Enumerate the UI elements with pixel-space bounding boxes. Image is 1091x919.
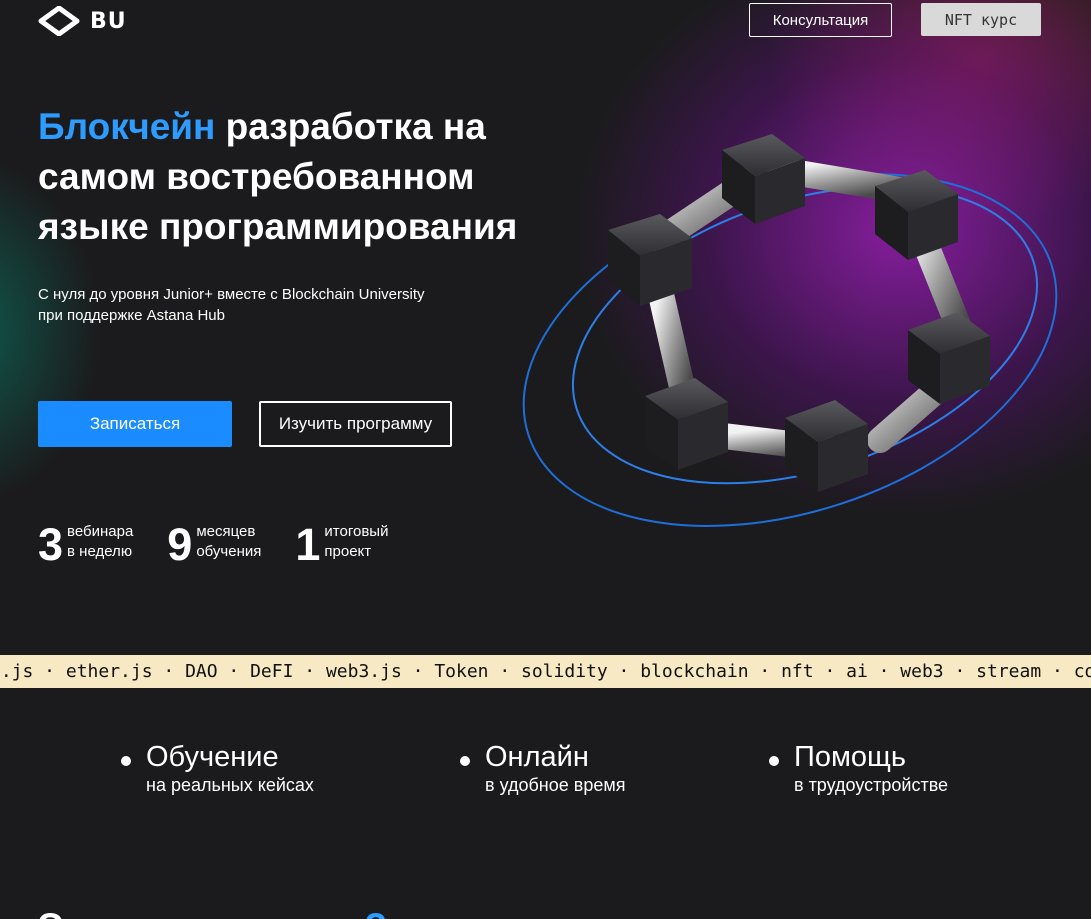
subline-line-2: при поддержке Astana Hub (38, 307, 225, 324)
stats-row: 3 вебинара в неделю 9 месяцев обучения 1… (38, 520, 422, 570)
next-section-title-text: Э (38, 906, 64, 919)
subline-line-1: С нуля до уровня Junior+ вместе с Blockc… (38, 286, 425, 303)
stat-number: 9 (167, 519, 193, 570)
bu-logo-icon (38, 6, 80, 36)
ticker-text: 3.js · ether.js · DAO · DeFI · web3.js ·… (0, 661, 1091, 682)
stat-label-line-1: итоговый (324, 523, 389, 540)
feature-learning: Обучение на реальных кейсах (121, 740, 314, 796)
headline-accent: Блокчейн (38, 106, 216, 147)
study-program-button[interactable]: Изучить программу (259, 401, 452, 447)
next-section-title-accent: ? (364, 906, 387, 919)
bullet-icon (460, 756, 470, 766)
headline-line-3: языке программирования (38, 206, 518, 247)
next-section-title: Э? (38, 906, 387, 919)
stat-label-line-2: в неделю (67, 543, 133, 560)
stat-label-line-1: месяцев (196, 523, 256, 540)
stat-label-line-2: проект (324, 543, 372, 560)
consultation-button[interactable]: Консультация (749, 3, 892, 37)
headline-line-1: разработка на (215, 106, 486, 147)
feature-title: Онлайн (485, 741, 589, 773)
blockchain-cubes-illustration (522, 134, 1058, 527)
stat-label-line-2: обучения (196, 543, 262, 560)
stat-months: 9 месяцев обучения (167, 520, 261, 570)
stat-label: итоговый проект (324, 520, 388, 562)
logo-text: BU (90, 8, 127, 34)
hero-section: BU Консультация NFT курс Блокчейн разраб… (0, 0, 1091, 648)
cube-6 (785, 400, 868, 492)
hero-subline: С нуля до уровня Junior+ вместе с Blockc… (38, 284, 508, 326)
feature-subtitle: в удобное время (485, 775, 626, 795)
stat-number: 1 (295, 519, 321, 570)
enroll-button[interactable]: Записаться (38, 401, 232, 447)
headline-line-2: самом востребованном (38, 156, 475, 197)
feature-help: Помощь в трудоустройстве (769, 740, 948, 796)
cube-1 (722, 134, 805, 224)
bullet-icon (769, 756, 779, 766)
nft-course-button[interactable]: NFT курс (921, 3, 1041, 36)
stat-label: месяцев обучения (196, 520, 261, 562)
bullet-icon (121, 756, 131, 766)
cube-5 (645, 378, 728, 470)
stat-label-line-1: вебинара (67, 523, 134, 540)
feature-subtitle: в трудоустройстве (794, 775, 949, 795)
stat-label: вебинара в неделю (67, 520, 133, 562)
feature-subtitle: на реальных кейсах (146, 775, 314, 795)
stat-number: 3 (38, 519, 64, 570)
feature-online: Онлайн в удобное время (460, 740, 625, 796)
stat-project: 1 итоговый проект (295, 520, 388, 570)
feature-title: Помощь (794, 741, 907, 773)
tech-ticker: 3.js · ether.js · DAO · DeFI · web3.js ·… (0, 655, 1091, 688)
site-logo[interactable]: BU (38, 6, 142, 36)
cube-2 (875, 170, 958, 260)
stat-webinars: 3 вебинара в неделю (38, 520, 133, 570)
feature-title: Обучение (146, 741, 279, 773)
